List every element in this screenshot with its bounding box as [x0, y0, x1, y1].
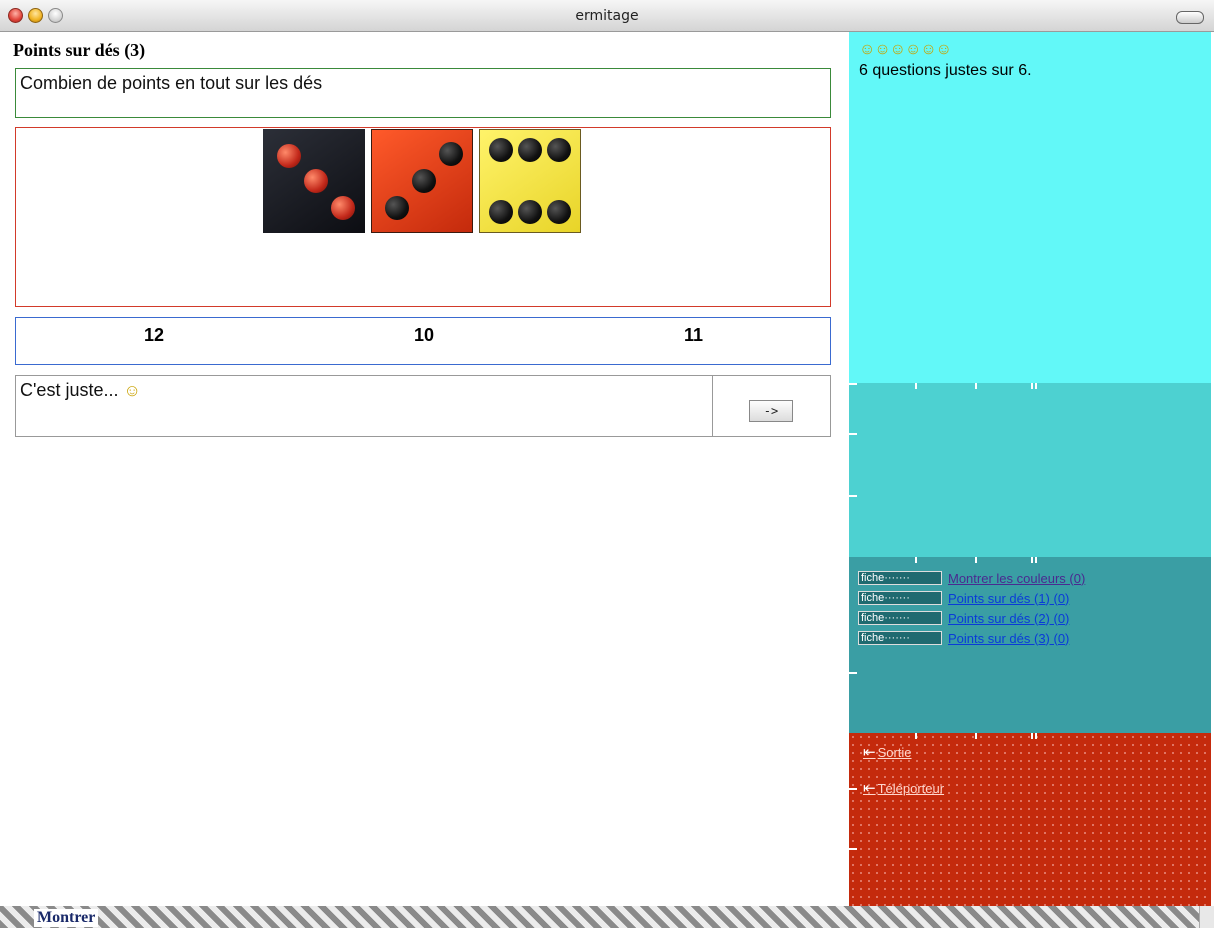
- panel-notch: [849, 383, 857, 385]
- feedback-text: C'est juste...: [20, 380, 119, 400]
- die-pip: [547, 138, 571, 162]
- worksheet-list: fiche······· Montrer les couleurs (0) fi…: [858, 568, 1085, 648]
- question-box: Combien de points en tout sur les dés: [15, 68, 831, 118]
- dice-group: [263, 129, 581, 233]
- die-pip: [304, 169, 328, 193]
- panel-notch: [1031, 383, 1033, 389]
- die-pip: [277, 144, 301, 168]
- teleporter-link[interactable]: ⇤ Téléporteur: [863, 779, 944, 797]
- panel-notch: [1035, 383, 1037, 389]
- fiche-tag: fiche·······: [858, 571, 942, 585]
- die-pip: [489, 200, 513, 224]
- link-points-des-2[interactable]: Points sur dés (2) (0): [948, 611, 1069, 626]
- list-item: fiche······· Points sur dés (2) (0): [858, 608, 1085, 628]
- die-three-black: [263, 129, 365, 233]
- panel-notch: [1031, 733, 1033, 739]
- exit-panel: ⇤ Sortie ⇤ Téléporteur: [849, 733, 1211, 906]
- fiche-tag: fiche·······: [858, 591, 942, 605]
- list-item: fiche······· Points sur dés (1) (0): [858, 588, 1085, 608]
- answer-option-2[interactable]: 10: [414, 325, 434, 346]
- die-pip: [518, 138, 542, 162]
- panel-notch: [849, 433, 857, 435]
- link-montrer-couleurs[interactable]: Montrer les couleurs (0): [948, 571, 1085, 586]
- die-pip: [547, 200, 571, 224]
- show-button[interactable]: Montrer: [34, 909, 99, 927]
- panel-notch: [915, 733, 917, 739]
- panel-notch: [975, 557, 977, 563]
- panel-notch: [915, 557, 917, 563]
- panel-notch: [1035, 733, 1037, 739]
- link-points-des-1[interactable]: Points sur dés (1) (0): [948, 591, 1069, 606]
- panel-notch: [1031, 557, 1033, 563]
- die-pip: [412, 169, 436, 193]
- title-bar: ermitage: [0, 0, 1214, 32]
- smiley-score-icons: ☺☺☺☺☺☺: [859, 41, 952, 58]
- bottom-bar: Montrer: [0, 906, 1214, 928]
- empty-panel: [849, 383, 1211, 557]
- smiley-icon: ☺: [123, 381, 141, 400]
- dice-image-box: [15, 127, 831, 307]
- next-button[interactable]: ->: [749, 400, 793, 422]
- link-points-des-3[interactable]: Points sur dés (3) (0): [948, 631, 1069, 646]
- panel-notch: [849, 672, 857, 674]
- list-item: fiche······· Points sur dés (3) (0): [858, 628, 1085, 648]
- fiche-tag: fiche·······: [858, 631, 942, 645]
- panel-notch: [975, 383, 977, 389]
- score-text: 6 questions justes sur 6.: [859, 62, 1032, 79]
- die-six-yellow: [479, 129, 581, 233]
- question-text: Combien de points en tout sur les dés: [20, 73, 323, 93]
- panel-notch: [915, 383, 917, 389]
- exit-link[interactable]: ⇤ Sortie: [863, 743, 912, 761]
- die-pip: [385, 196, 409, 220]
- answer-choices: 12 10 11: [15, 317, 831, 365]
- panel-notch: [849, 495, 857, 497]
- panel-notch: [849, 788, 857, 790]
- die-pip: [439, 142, 463, 166]
- answer-option-1[interactable]: 12: [144, 325, 164, 346]
- answer-option-3[interactable]: 11: [684, 325, 703, 346]
- worksheet-links-panel: fiche······· Montrer les couleurs (0) fi…: [849, 557, 1211, 733]
- exit-arrow-icon: ⇤: [863, 744, 876, 761]
- window-title: ermitage: [575, 8, 639, 24]
- panel-notch: [975, 733, 977, 739]
- die-pip: [518, 200, 542, 224]
- feedback-box: C'est juste... ☺: [15, 375, 713, 437]
- panel-notch: [849, 848, 857, 850]
- list-item: fiche······· Montrer les couleurs (0): [858, 568, 1085, 588]
- score-panel: ☺☺☺☺☺☺ 6 questions justes sur 6.: [849, 32, 1211, 383]
- fiche-tag: fiche·······: [858, 611, 942, 625]
- scrollbar[interactable]: [1199, 906, 1214, 928]
- die-pip: [489, 138, 513, 162]
- toolbar-toggle-button[interactable]: [1176, 11, 1204, 24]
- teleporter-link-label: Téléporteur: [877, 780, 945, 796]
- die-three-red: [371, 129, 473, 233]
- panel-notch: [1035, 557, 1037, 563]
- next-button-box: ->: [712, 375, 831, 437]
- exit-arrow-icon: ⇤: [863, 780, 876, 797]
- exercise-heading: Points sur dés (3): [13, 40, 146, 60]
- exit-link-label: Sortie: [877, 744, 912, 760]
- die-pip: [331, 196, 355, 220]
